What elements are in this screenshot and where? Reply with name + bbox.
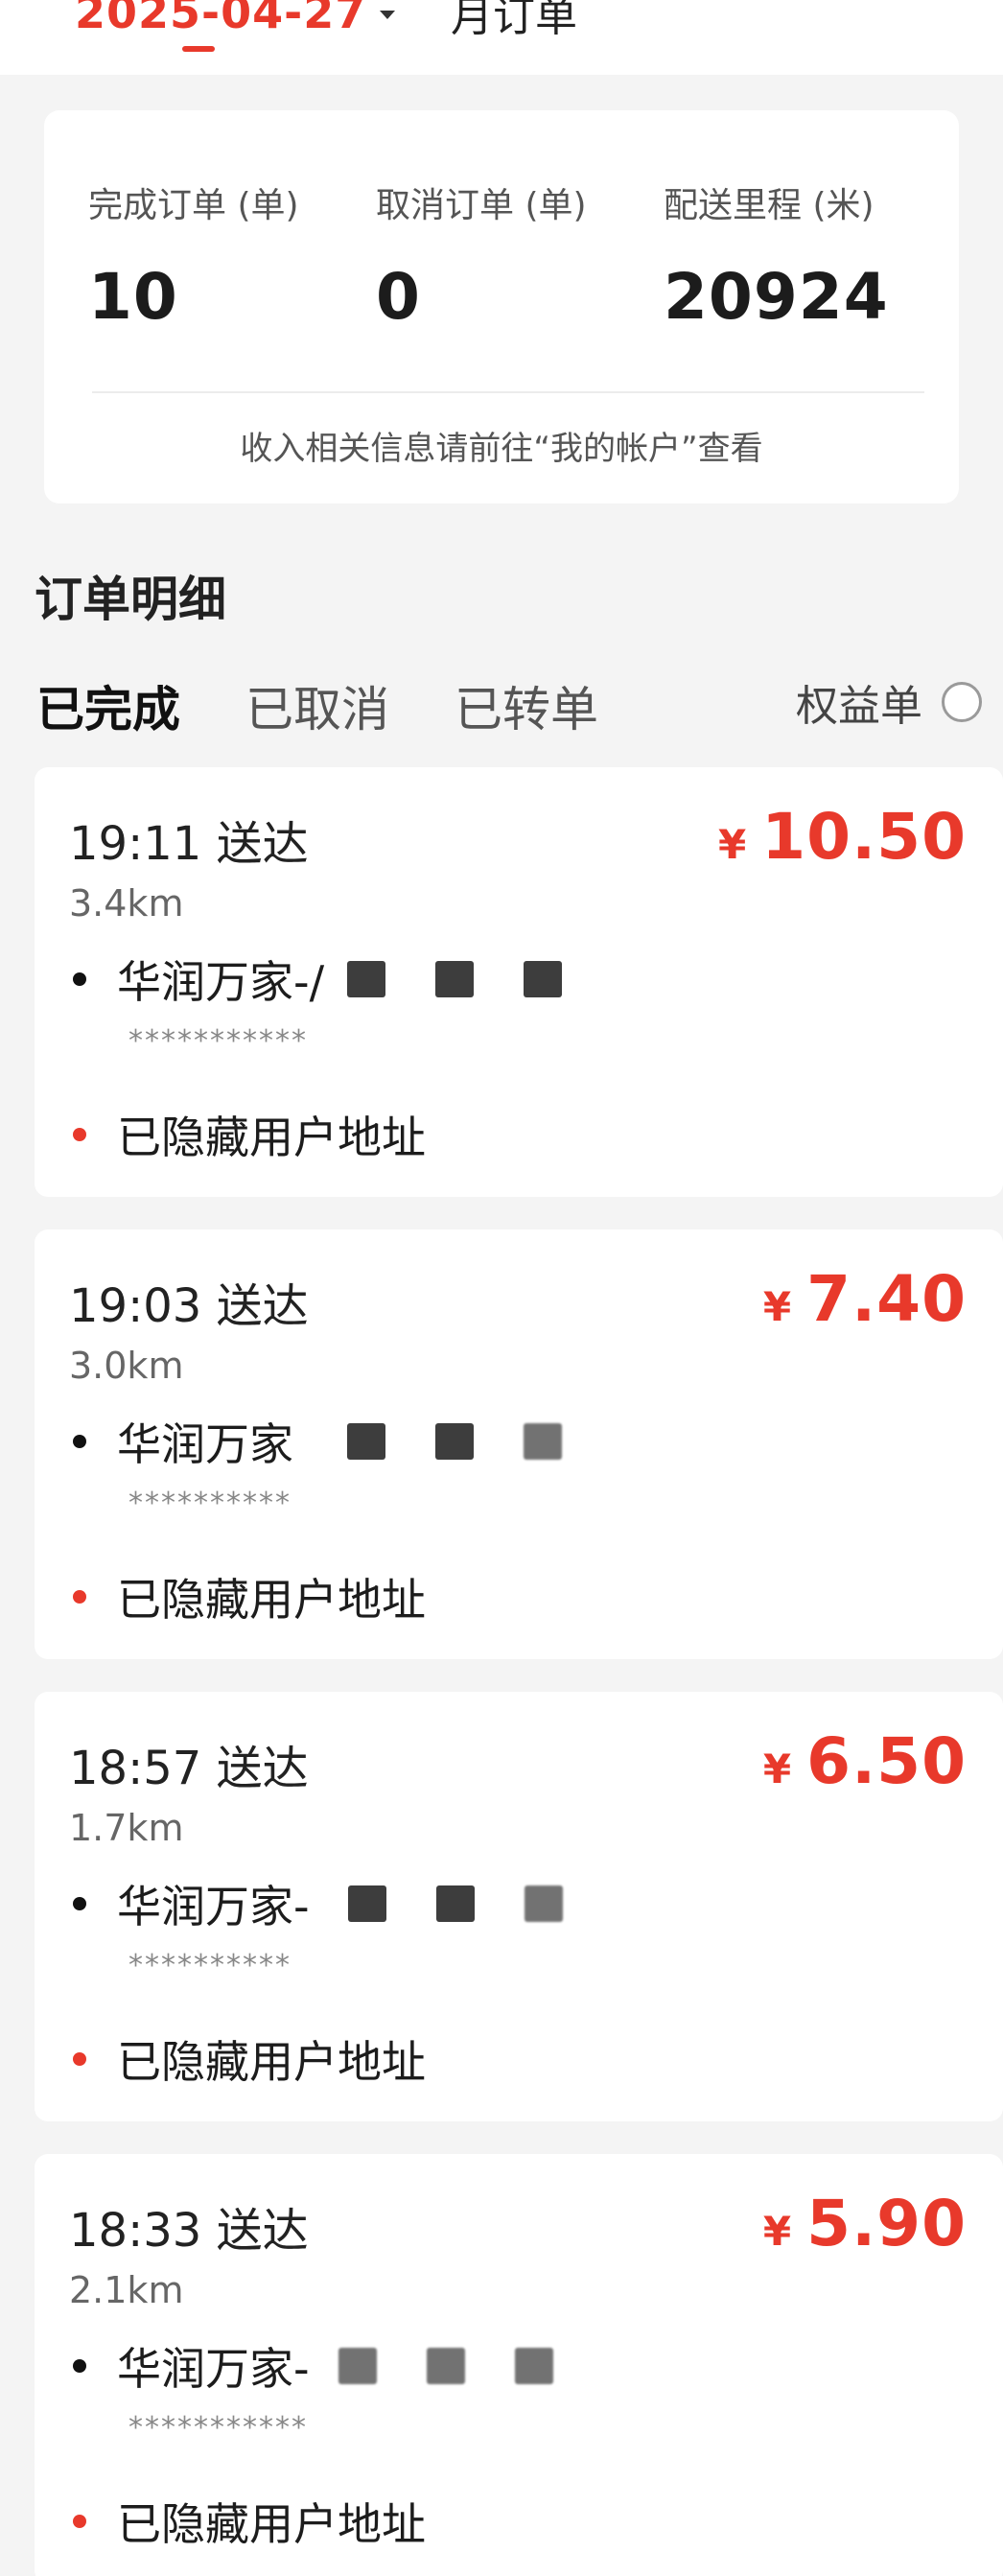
dropoff-dot-icon [73,1590,86,1604]
order-amount: 5.90 [806,2187,967,2260]
tab-cancelled[interactable]: 已取消 [245,671,389,740]
rights-label: 权益单 [796,682,922,731]
order-price: ¥ 5.90 [763,2187,967,2260]
dropoff-dot-icon [73,2052,86,2066]
masked-text [338,2348,603,2384]
dropoff-row: 已隐藏用户地址 [73,1565,426,1628]
pickup-row: 华润万家- [73,2334,603,2398]
currency-symbol: ¥ [718,821,747,868]
order-price: ¥ 7.40 [763,1262,967,1336]
dropoff-address: 已隐藏用户地址 [117,2498,426,2550]
order-distance: 3.4km [69,882,184,925]
stat-completed: 完成订单 (单) 10 [88,177,299,334]
dropoff-address: 已隐藏用户地址 [117,1112,426,1163]
dropoff-row: 已隐藏用户地址 [73,2490,426,2553]
dropoff-address: 已隐藏用户地址 [117,1574,426,1626]
order-time: 18:33 送达 [69,2204,309,2258]
stat-value: 0 [376,260,421,334]
pickup-name: 华润万家 [117,1418,293,1470]
top-bar: 2025-04-27 月订单 [0,0,1003,75]
tab-completed[interactable]: 已完成 [36,671,180,740]
stat-label: 配送里程 (米) [664,186,875,225]
pickup-dot-icon [73,972,86,986]
active-tab-indicator [182,46,215,52]
order-time: 18:57 送达 [69,1742,309,1795]
dropoff-address: 已隐藏用户地址 [117,2036,426,2088]
stat-value: 20924 [664,260,889,334]
pickup-dot-icon [73,2359,86,2373]
order-card[interactable]: 19:11 送达 ¥ 10.50 3.4km 华润万家-/ **********… [35,767,1003,1197]
pickup-row: 华润万家 [73,1410,612,1473]
date-text: 2025-04-27 [75,0,367,38]
stat-value: 10 [88,260,178,334]
dropoff-row: 已隐藏用户地址 [73,1103,426,1166]
order-amount: 10.50 [761,800,967,874]
pickup-dot-icon [73,1897,86,1910]
pickup-address: *********** [128,2411,308,2445]
status-tabs: 已完成 已取消 已转单 [36,671,664,740]
order-card[interactable]: 19:03 送达 ¥ 7.40 3.0km 华润万家 ********** 已隐… [35,1229,1003,1659]
order-time: 19:11 送达 [69,817,309,871]
pickup-row: 华润万家- [73,1872,613,1935]
order-price: ¥ 10.50 [718,800,967,874]
stat-distance: 配送里程 (米) 20924 [664,177,889,334]
tab-transferred[interactable]: 已转单 [455,671,598,740]
dropoff-dot-icon [73,2515,86,2528]
masked-text [347,1423,612,1460]
order-price: ¥ 6.50 [763,1724,967,1798]
pickup-row: 华润万家-/ [73,948,612,1011]
radio-icon[interactable] [942,682,982,722]
pickup-name: 华润万家-/ [117,956,325,1008]
currency-symbol: ¥ [762,1745,792,1792]
section-title: 订单明细 [35,572,226,627]
order-distance: 1.7km [69,1807,184,1849]
pickup-address: ********** [128,1487,292,1520]
masked-text [347,1885,613,1922]
dropoff-row: 已隐藏用户地址 [73,2027,426,2091]
order-card[interactable]: 18:57 送达 ¥ 6.50 1.7km 华润万家- ********** 已… [35,1692,1003,2121]
stat-cancelled: 取消订单 (单) 0 [376,177,587,334]
currency-symbol: ¥ [762,1283,792,1330]
date-picker[interactable]: 2025-04-27 [75,0,396,46]
pickup-name: 华润万家- [117,1881,310,1932]
order-distance: 3.0km [69,1345,184,1387]
pickup-name: 华润万家- [117,2343,310,2395]
caret-down-icon [380,10,396,19]
order-amount: 6.50 [806,1724,967,1798]
pickup-address: ********** [128,1949,292,1982]
order-distance: 2.1km [69,2269,184,2311]
pickup-address: *********** [128,1024,308,1058]
pickup-dot-icon [73,1435,86,1448]
rights-filter[interactable]: 权益单 [796,671,982,733]
summary-divider [92,391,924,393]
currency-symbol: ¥ [762,2208,792,2255]
stat-label: 完成订单 (单) [88,186,299,225]
order-time: 19:03 送达 [69,1279,309,1333]
tab-month-orders[interactable]: 月订单 [451,0,577,46]
dropoff-dot-icon [73,1128,86,1141]
summary-card: 完成订单 (单) 10 取消订单 (单) 0 配送里程 (米) 20924 收入… [44,110,959,503]
stat-label: 取消订单 (单) [376,186,587,225]
masked-text [347,961,612,997]
order-card[interactable]: 18:33 送达 ¥ 5.90 2.1km 华润万家- *********** … [35,2154,1003,2576]
summary-note[interactable]: 收入相关信息请前往“我的帐户”查看 [44,422,959,469]
order-amount: 7.40 [806,1262,967,1336]
